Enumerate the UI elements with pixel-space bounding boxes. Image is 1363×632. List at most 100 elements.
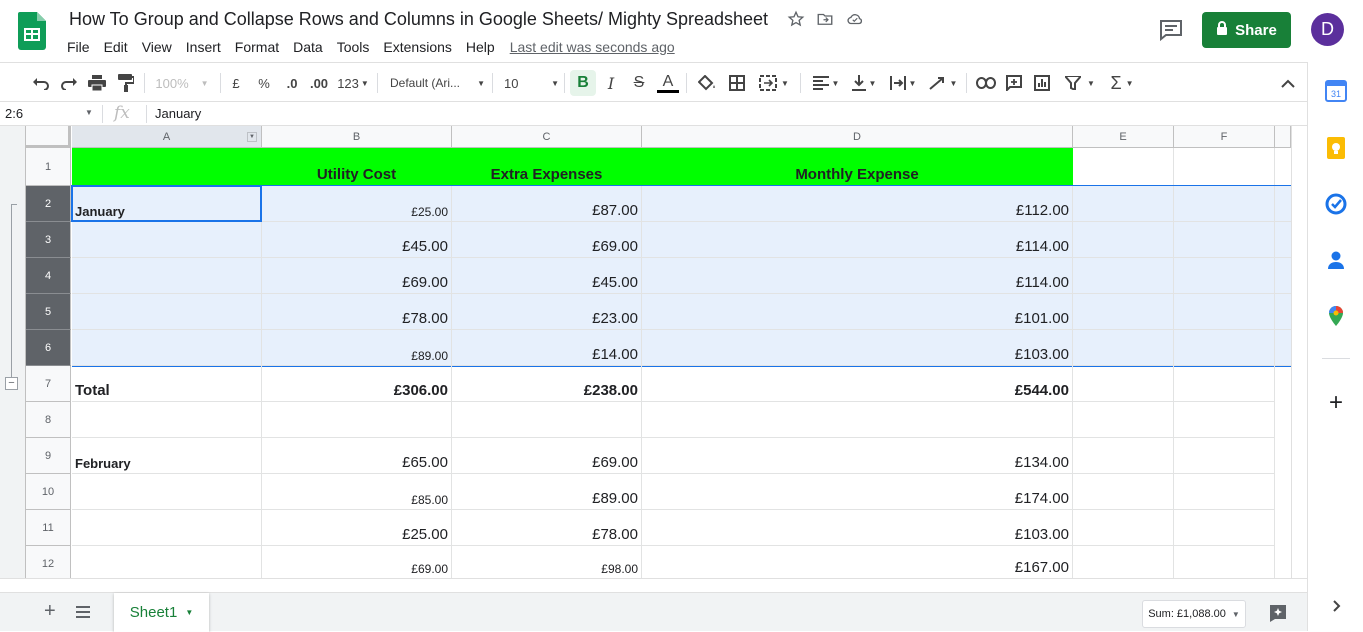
- cell-c2[interactable]: £87.00: [452, 186, 642, 222]
- cell-c8[interactable]: [452, 402, 642, 438]
- cell-b1[interactable]: Utility Cost: [262, 148, 452, 186]
- cell-e9[interactable]: [1073, 438, 1174, 474]
- cell-g4[interactable]: [1275, 258, 1291, 294]
- move-folder-icon[interactable]: [816, 10, 834, 28]
- contacts-icon[interactable]: [1325, 249, 1347, 271]
- cloud-saved-icon[interactable]: [846, 10, 864, 28]
- italic-icon[interactable]: I: [601, 72, 621, 94]
- column-header-e[interactable]: E: [1073, 126, 1174, 148]
- cell-c4[interactable]: £45.00: [452, 258, 642, 294]
- menu-help[interactable]: Help: [459, 39, 502, 55]
- select-all-corner[interactable]: [26, 126, 71, 148]
- cell-c7[interactable]: £238.00: [452, 366, 642, 402]
- cell-f6[interactable]: [1174, 330, 1275, 366]
- cell-a1[interactable]: [72, 148, 262, 186]
- cell-b10[interactable]: £85.00: [262, 474, 452, 510]
- collapse-group-button[interactable]: −: [5, 377, 18, 390]
- cell-a3[interactable]: [72, 222, 262, 258]
- horizontal-align-icon[interactable]: ▼: [810, 72, 842, 94]
- column-header-b[interactable]: B: [262, 126, 452, 148]
- cell-e7[interactable]: [1073, 366, 1174, 402]
- menu-insert[interactable]: Insert: [179, 39, 228, 55]
- cell-f7[interactable]: [1174, 366, 1275, 402]
- cell-f10[interactable]: [1174, 474, 1275, 510]
- vertical-align-icon[interactable]: ▼: [848, 72, 880, 94]
- cell-a11[interactable]: [72, 510, 262, 546]
- cell-c9[interactable]: £69.00: [452, 438, 642, 474]
- cell-f9[interactable]: [1174, 438, 1275, 474]
- cell-g2[interactable]: [1275, 186, 1291, 222]
- decrease-decimals-button[interactable]: .0: [281, 72, 303, 94]
- cell-d7[interactable]: £544.00: [642, 366, 1073, 402]
- calendar-icon[interactable]: 31: [1325, 80, 1347, 102]
- row-header-6[interactable]: 6: [26, 330, 71, 366]
- cell-d3[interactable]: £114.00: [642, 222, 1073, 258]
- cell-f5[interactable]: [1174, 294, 1275, 330]
- cell-g3[interactable]: [1275, 222, 1291, 258]
- cell-c5[interactable]: £23.00: [452, 294, 642, 330]
- cell-b6[interactable]: £89.00: [262, 330, 452, 366]
- undo-icon[interactable]: [31, 72, 51, 94]
- add-icon[interactable]: +: [1325, 391, 1347, 415]
- insert-chart-icon[interactable]: [1032, 72, 1052, 94]
- cell-b7[interactable]: £306.00: [262, 366, 452, 402]
- strikethrough-icon[interactable]: S: [629, 72, 649, 94]
- cell-b5[interactable]: £78.00: [262, 294, 452, 330]
- add-sheet-icon[interactable]: +: [44, 601, 60, 622]
- avatar[interactable]: D: [1311, 13, 1344, 46]
- cell-c12[interactable]: £98.00: [452, 546, 642, 578]
- sum-summary-select[interactable]: Sum: £1,088.00 ▼: [1142, 600, 1246, 628]
- maps-icon[interactable]: [1325, 305, 1347, 327]
- cell-e12[interactable]: [1073, 546, 1174, 578]
- text-color-icon[interactable]: A: [657, 72, 679, 94]
- cell-a8[interactable]: [72, 402, 262, 438]
- cell-a9[interactable]: February: [72, 438, 262, 474]
- print-icon[interactable]: [87, 72, 107, 94]
- row-header-12[interactable]: 12: [26, 546, 71, 578]
- column-header-d[interactable]: D: [642, 126, 1073, 148]
- cell-b9[interactable]: £65.00: [262, 438, 452, 474]
- cell-f2[interactable]: [1174, 186, 1275, 222]
- cell-c11[interactable]: £78.00: [452, 510, 642, 546]
- explore-icon[interactable]: [1268, 603, 1288, 628]
- cell-b3[interactable]: £45.00: [262, 222, 452, 258]
- menu-extensions[interactable]: Extensions: [376, 39, 458, 55]
- insert-link-icon[interactable]: [975, 72, 997, 94]
- cell-e11[interactable]: [1073, 510, 1174, 546]
- insert-comment-icon[interactable]: [1004, 72, 1024, 94]
- cell-a10[interactable]: [72, 474, 262, 510]
- row-header-9[interactable]: 9: [26, 438, 71, 474]
- cell-d5[interactable]: £101.00: [642, 294, 1073, 330]
- cell-e8[interactable]: [1073, 402, 1174, 438]
- menu-format[interactable]: Format: [228, 39, 286, 55]
- cell-d9[interactable]: £134.00: [642, 438, 1073, 474]
- cell-a4[interactable]: [72, 258, 262, 294]
- chevron-right-icon[interactable]: [1325, 595, 1347, 617]
- cell-d1[interactable]: Monthly Expense: [642, 148, 1073, 186]
- name-box[interactable]: 2:6 ▼: [5, 106, 95, 121]
- menu-view[interactable]: View: [135, 39, 179, 55]
- cell-d12[interactable]: £167.00: [642, 546, 1073, 578]
- percent-format-button[interactable]: %: [256, 72, 272, 94]
- row-header-8[interactable]: 8: [26, 402, 71, 438]
- star-icon[interactable]: [787, 10, 805, 28]
- cell-a2[interactable]: January: [72, 186, 262, 222]
- cell-d2[interactable]: £112.00: [642, 186, 1073, 222]
- last-edit-link[interactable]: Last edit was seconds ago: [510, 39, 675, 55]
- cell-f1[interactable]: [1174, 148, 1275, 186]
- cell-f11[interactable]: [1174, 510, 1275, 546]
- filter-icon[interactable]: ▼: [1062, 72, 1098, 94]
- row-header-4[interactable]: 4: [26, 258, 71, 294]
- cell-a7[interactable]: Total: [72, 366, 262, 402]
- fill-color-icon[interactable]: [696, 72, 718, 94]
- zoom-select[interactable]: 100% ▼: [152, 72, 212, 94]
- cell-e1[interactable]: [1073, 148, 1174, 186]
- menu-file[interactable]: File: [60, 39, 97, 55]
- column-header-a[interactable]: A ▼: [72, 126, 262, 148]
- merge-cells-icon[interactable]: ▼: [756, 72, 792, 94]
- row-header-5[interactable]: 5: [26, 294, 71, 330]
- cell-c10[interactable]: £89.00: [452, 474, 642, 510]
- cell-d8[interactable]: [642, 402, 1073, 438]
- functions-icon[interactable]: Σ ▼: [1106, 72, 1138, 94]
- increase-decimals-button[interactable]: .00: [307, 72, 331, 94]
